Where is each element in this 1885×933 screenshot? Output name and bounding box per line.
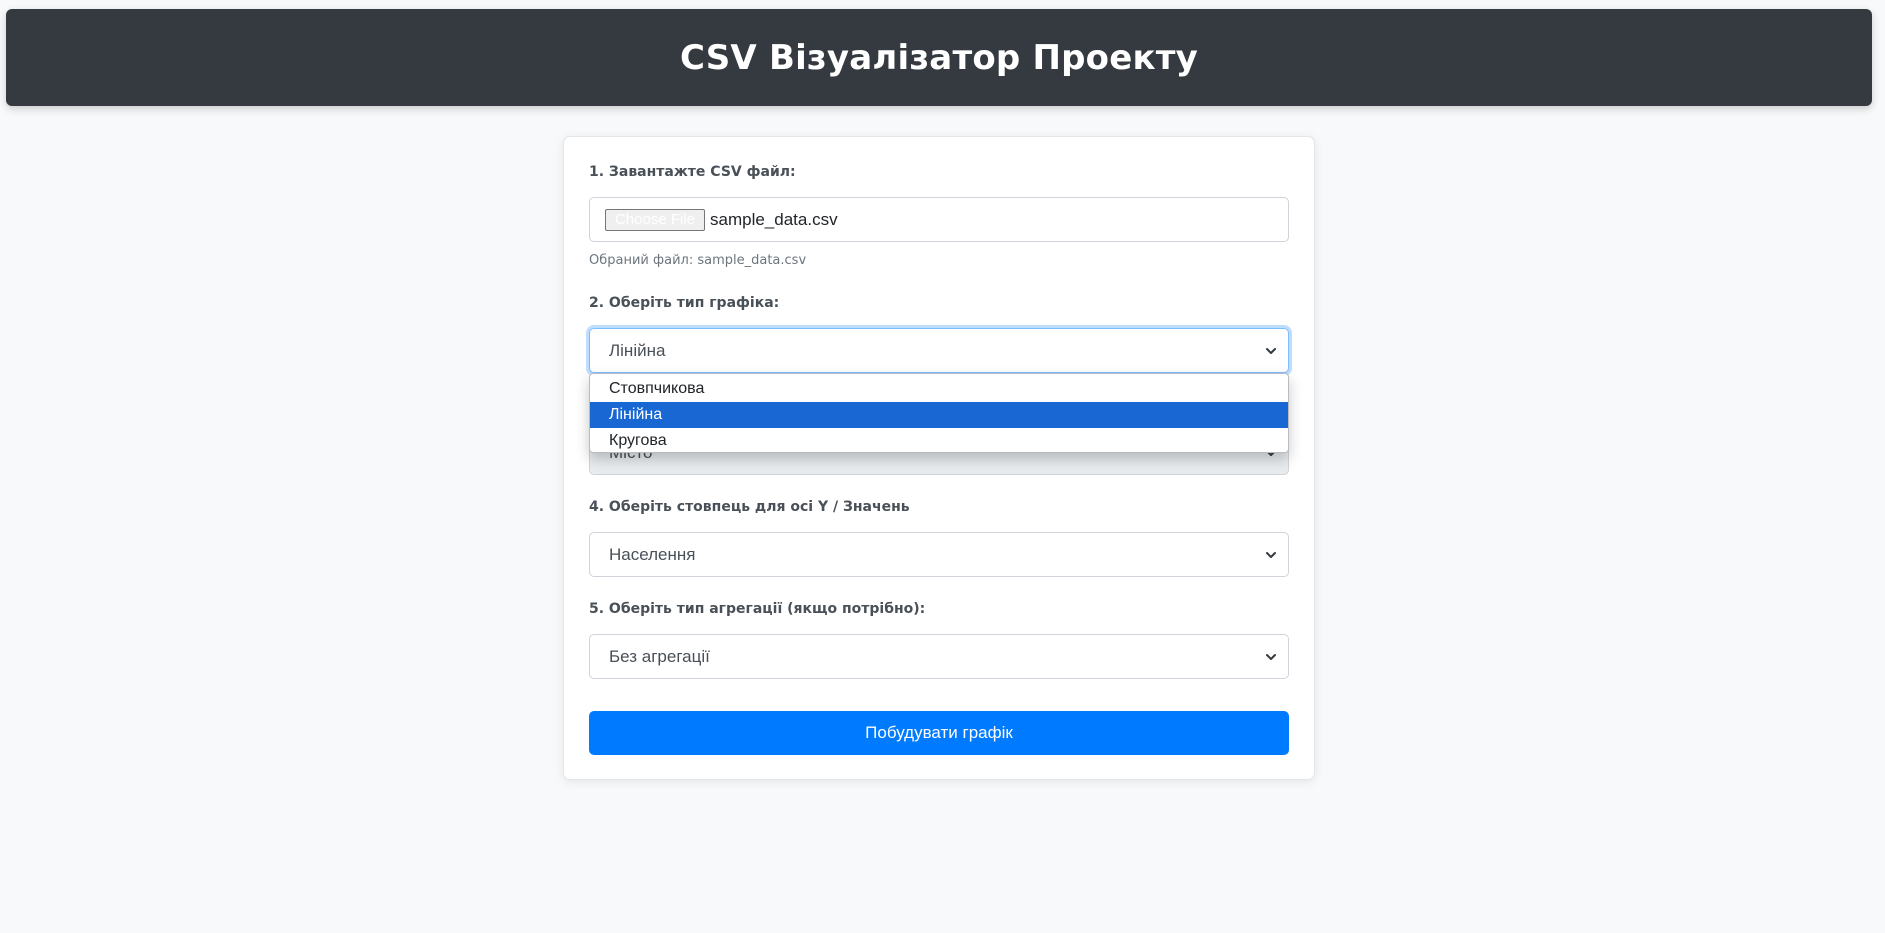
aggregation-selected-value: Без агрегації [609, 646, 710, 666]
build-chart-button[interactable]: Побудувати графік [589, 711, 1289, 755]
y-column-label: 4. Оберіть стовпець для осі Y / Значень [589, 499, 910, 515]
page-title: CSV Візуалізатор Проекту [679, 37, 1199, 78]
y-column-selected-value: Населення [609, 544, 696, 564]
chart-type-dropdown-list: Стовпчикова Лінійна Кругова [589, 373, 1289, 453]
chart-type-selected-value: Лінійна [609, 340, 666, 360]
selected-file-name: sample_data.csv [710, 209, 838, 229]
file-upload-label: 1. Завантажте CSV файл: [589, 164, 796, 180]
y-column-select[interactable]: Населення [589, 532, 1289, 577]
chart-type-option-pie[interactable]: Кругова [590, 428, 1288, 452]
chart-type-label: 2. Оберіть тип графіка: [589, 295, 780, 311]
aggregation-select[interactable]: Без агрегації [589, 634, 1289, 679]
file-input[interactable]: Choose File sample_data.csv [589, 197, 1289, 242]
chevron-down-icon [1266, 653, 1276, 660]
choose-file-button[interactable]: Choose File [605, 208, 705, 231]
selected-file-help-text: Обраний файл: sample_data.csv [589, 253, 807, 268]
chevron-down-icon [1266, 347, 1276, 354]
chart-type-option-line[interactable]: Лінійна [590, 402, 1288, 428]
chart-type-select[interactable]: Лінійна [589, 328, 1289, 373]
chart-type-option-bar[interactable]: Стовпчикова [590, 376, 1288, 402]
aggregation-label: 5. Оберіть тип агрегації (якщо потрібно)… [589, 601, 926, 617]
chevron-down-icon [1266, 551, 1276, 558]
app-header: CSV Візуалізатор Проекту [6, 9, 1872, 106]
